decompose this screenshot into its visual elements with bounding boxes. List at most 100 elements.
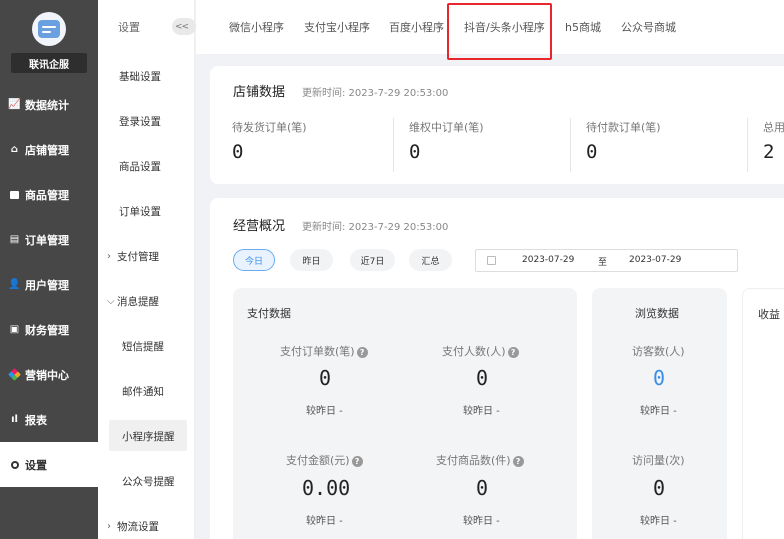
metric-label: 访客数(人) (632, 345, 685, 358)
help-icon[interactable]: ? (512, 456, 524, 467)
range-yesterday-button[interactable]: 昨日 (290, 249, 333, 271)
sidebar-item-marketing[interactable]: 营销中心 (0, 352, 98, 397)
submenu-item-basic[interactable]: 基础设置 (98, 54, 194, 99)
metric-value: 0 (319, 366, 332, 390)
sidebar-item-label: 用户管理 (25, 278, 69, 292)
help-icon[interactable]: ? (356, 347, 368, 358)
metric-label: 支付人数(人)? (442, 343, 519, 359)
sidebar-item-finance[interactable]: ▣ 财务管理 (0, 307, 98, 352)
store-data-card: 店铺数据 更新时间: 2023-7-29 20:53:00 待发货订单(笔) 0… (210, 66, 784, 184)
metric-compare: 较昨日 - (306, 516, 343, 527)
marketing-icon (8, 368, 21, 381)
sidebar-item-goods[interactable]: 商品管理 (0, 172, 98, 217)
stat-value[interactable]: 0 (409, 141, 420, 163)
overview-title: 经营概况 (233, 219, 286, 234)
collapse-button[interactable]: << (172, 18, 196, 35)
chevron-down-icon: ⌵ (107, 296, 115, 307)
payment-panel-title: 支付数据 (247, 307, 291, 320)
stat-label: 待发货订单(笔) (232, 121, 307, 134)
tab-wechat[interactable]: 微信小程序 (229, 0, 284, 54)
range-total-button[interactable]: 汇总 (409, 249, 452, 271)
order-icon: ▤ (9, 234, 20, 245)
chevron-right-icon: › (107, 251, 111, 262)
finance-icon: ▣ (9, 324, 20, 335)
stat-value[interactable]: 0 (232, 141, 243, 163)
sidebar-item-reports[interactable]: ıl 报表 (0, 397, 98, 442)
submenu-item-email[interactable]: 邮件通知 (98, 369, 194, 414)
goods-icon (9, 189, 20, 200)
metric-value: 0 (653, 476, 666, 500)
submenu-title: 设置 (118, 21, 140, 34)
sidebar-item-label: 数据统计 (25, 98, 69, 112)
sidebar-item-label: 设置 (25, 458, 47, 472)
sidebar-item-label: 商品管理 (25, 188, 69, 202)
date-range-picker[interactable]: 2023-07-29 至 2023-07-29 (475, 249, 738, 272)
metric-compare: 较昨日 - (463, 516, 500, 527)
date-separator: 至 (598, 258, 608, 268)
submenu-item-sms[interactable]: 短信提醒 (98, 324, 194, 369)
browse-panel-title: 浏览数据 (635, 307, 679, 320)
chevron-right-icon: › (107, 521, 111, 532)
company-name: 联讯企服 (11, 53, 87, 73)
settings-submenu: 设置 << 基础设置 登录设置 商品设置 订单设置 › 支付管理 ⌵ 消息提醒 短信… (98, 0, 196, 539)
sidebar-item-users[interactable]: 👤 用户管理 (0, 262, 98, 307)
store-data-title: 店铺数据 (233, 85, 286, 100)
submenu-group-logistics[interactable]: › 物流设置 (98, 504, 194, 539)
metric-label: 支付订单数(笔)? (280, 343, 368, 359)
date-to[interactable]: 2023-07-29 (629, 255, 681, 265)
sidebar-item-store[interactable]: ⌂ 店铺管理 (0, 127, 98, 172)
metric-label: 支付商品数(件)? (436, 452, 524, 468)
tab-highlight-box (447, 3, 552, 60)
stat-label: 待付款订单(笔) (586, 121, 661, 134)
metric-value[interactable]: 0 (653, 366, 665, 390)
submenu-item-miniprogram[interactable]: 小程序提醒 (98, 414, 194, 459)
logo-icon (38, 20, 60, 38)
submenu-item-goods[interactable]: 商品设置 (98, 144, 194, 189)
divider (570, 118, 571, 172)
help-icon[interactable]: ? (351, 456, 363, 467)
sidebar-item-data-stats[interactable]: 📈 数据统计 (0, 82, 98, 127)
help-icon[interactable]: ? (507, 347, 519, 358)
metric-value: 0 (476, 366, 489, 390)
metric-label: 支付金额(元)? (286, 452, 363, 468)
revenue-data-panel: 收益 (742, 288, 784, 539)
submenu-item-official-account[interactable]: 公众号提醒 (98, 459, 194, 504)
divider (393, 118, 394, 172)
sidebar-item-label: 店铺管理 (25, 143, 69, 157)
sidebar-item-settings[interactable]: 设置 (0, 442, 98, 487)
metric-compare: 较昨日 - (640, 406, 677, 417)
store-updated-time: 更新时间: 2023-7-29 20:53:00 (302, 88, 449, 99)
sidebar-item-label: 财务管理 (25, 323, 69, 337)
submenu-group-messages[interactable]: ⌵ 消息提醒 (98, 279, 194, 324)
submenu-header: 设置 << (98, 0, 196, 54)
sidebar-item-orders[interactable]: ▤ 订单管理 (0, 217, 98, 262)
user-icon: 👤 (8, 279, 21, 290)
submenu-item-order[interactable]: 订单设置 (98, 189, 194, 234)
calendar-icon (487, 256, 496, 265)
payment-data-panel: 支付数据 支付订单数(笔)? 0 较昨日 - 支付人数(人)? 0 较昨日 - … (233, 288, 577, 539)
sidebar-item-label: 营销中心 (25, 368, 69, 382)
main-sidebar: 联讯企服 📈 数据统计 ⌂ 店铺管理 商品管理 ▤ 订单管理 👤 用户管理 ▣ … (0, 0, 98, 539)
tab-baidu[interactable]: 百度小程序 (389, 0, 444, 54)
sidebar-item-label: 订单管理 (25, 233, 69, 247)
browse-data-panel: 浏览数据 访客数(人) 0 较昨日 - 访问量(次) 0 较昨日 - (592, 288, 727, 539)
store-icon: ⌂ (10, 144, 19, 155)
tab-h5[interactable]: h5商城 (565, 0, 601, 54)
metric-compare: 较昨日 - (640, 516, 677, 527)
range-today-button[interactable]: 今日 (233, 249, 275, 271)
tab-alipay[interactable]: 支付宝小程序 (304, 0, 370, 54)
bar-chart-icon: ıl (11, 414, 18, 425)
submenu-group-payment[interactable]: › 支付管理 (98, 234, 194, 279)
stat-value[interactable]: 0 (586, 141, 597, 163)
metric-value: 0.00 (302, 476, 351, 500)
stat-label: 总用 (763, 121, 784, 134)
submenu-item-login[interactable]: 登录设置 (98, 99, 194, 144)
divider (747, 118, 748, 172)
sidebar-item-label: 报表 (25, 413, 47, 427)
range-7days-button[interactable]: 近7日 (350, 249, 395, 271)
stat-label: 维权中订单(笔) (409, 121, 484, 134)
metric-value: 0 (476, 476, 489, 500)
tab-official-account[interactable]: 公众号商城 (621, 0, 676, 54)
date-from[interactable]: 2023-07-29 (522, 255, 574, 265)
stat-value[interactable]: 2 (763, 141, 774, 163)
